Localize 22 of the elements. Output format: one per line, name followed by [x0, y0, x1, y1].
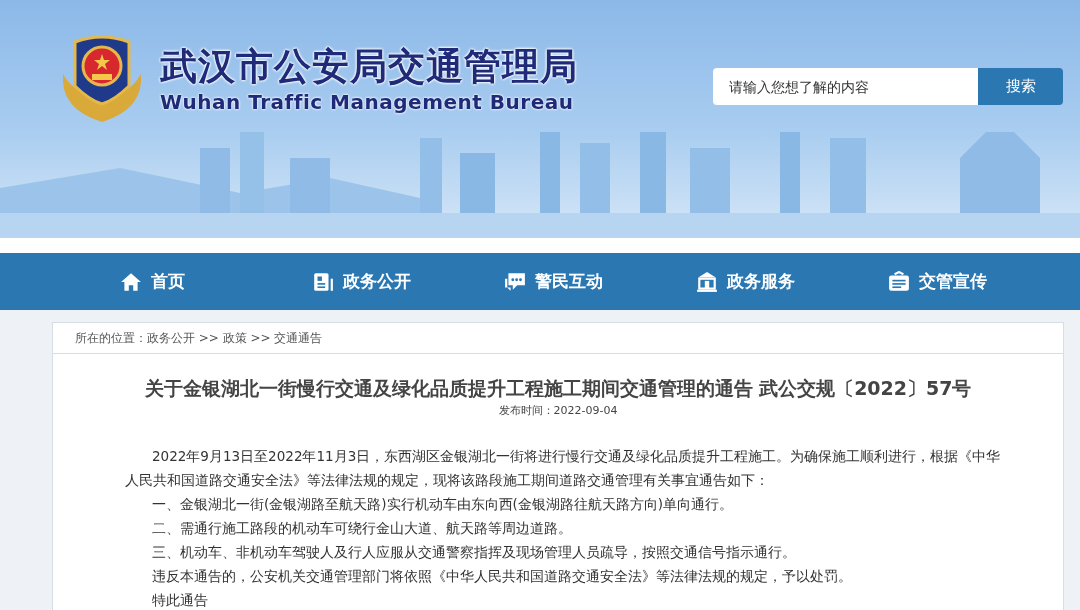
nav-item[interactable]: 政务公开 — [312, 270, 504, 293]
article-paragraph: 特此通告 — [151, 591, 209, 610]
article-paragraph: 违反本通告的，公安机关交通管理部门将依照《中华人民共和国道路交通安全法》等法律法规的规定，予以处罚。 — [151, 567, 853, 586]
site-subtitle: Wuhan Traffic Management Bureau — [160, 90, 575, 114]
search-button[interactable]: 搜索 — [978, 68, 1063, 105]
building-icon — [696, 270, 718, 293]
chat-icon — [504, 270, 526, 293]
id-card-icon — [888, 270, 910, 293]
search-field[interactable]: 请输入您想了解的内容 — [713, 68, 978, 105]
breadcrumb: 所在的位置：政务公开 >> 政策 >> 交通通告 — [75, 329, 323, 347]
publish-date: 发布时间：2022-09-04 — [497, 403, 619, 418]
article-paragraph: 2022年9月13日至2022年11月3日，东西湖区金银湖北一街将进行慢行交通及绿化品质提升工程施工。为确保施工顺利进行，根据《中华人民共和国道路交通安全法》等法律法规的规定，现将该路段施工期间道路交通管理有关事宜通告如下： — [125, 447, 1002, 490]
article-paragraph: 二、需通行施工路段的机动车可绕行金山大道、航天路等周边道路。 — [151, 519, 573, 538]
article-paragraph: 一、金银湖北一街(金银湖路至航天路)实行机动车由东向西(金银湖路往航天路方向)单向通行。 — [151, 495, 735, 514]
document-icon — [312, 270, 334, 293]
nav-item[interactable]: 首页 — [120, 270, 312, 293]
article-title: 关于金银湖北一街慢行交通及绿化品质提升工程施工期间交通管理的通告 武公交规〔2022〕57号 — [143, 376, 973, 401]
nav-item[interactable]: 政务服务 — [696, 270, 888, 293]
article-paragraph: 三、机动车、非机动车驾驶人及行人应服从交通警察指挥及现场管理人员疏导，按照交通信号指示通行。 — [151, 543, 797, 562]
nav-item[interactable]: 交管宣传 — [888, 270, 1080, 293]
site-title: 武汉市公安局交通管理局 — [160, 44, 578, 90]
nav-item[interactable]: 警民互动 — [504, 270, 696, 293]
